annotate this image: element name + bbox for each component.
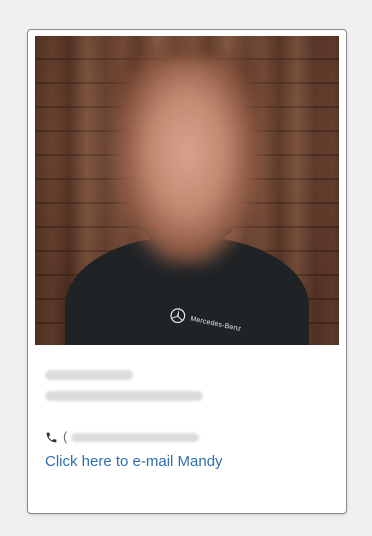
staff-photo: Mercedes-Benz	[35, 36, 339, 345]
email-link[interactable]: Click here to e-mail Mandy	[45, 453, 335, 470]
mercedes-star-icon	[170, 308, 186, 324]
staff-profile-card: Mercedes-Benz ( Click here to e-mail Man…	[27, 29, 347, 514]
phone-row: (	[45, 430, 335, 444]
staff-title-redacted	[45, 391, 203, 401]
staff-info: ( Click here to e-mail Mandy	[45, 362, 335, 470]
phone-prefix: (	[63, 429, 68, 444]
phone-number-redacted	[71, 432, 200, 442]
blurred-face	[113, 58, 261, 268]
phone-icon	[45, 430, 61, 444]
staff-name-redacted	[45, 370, 133, 380]
